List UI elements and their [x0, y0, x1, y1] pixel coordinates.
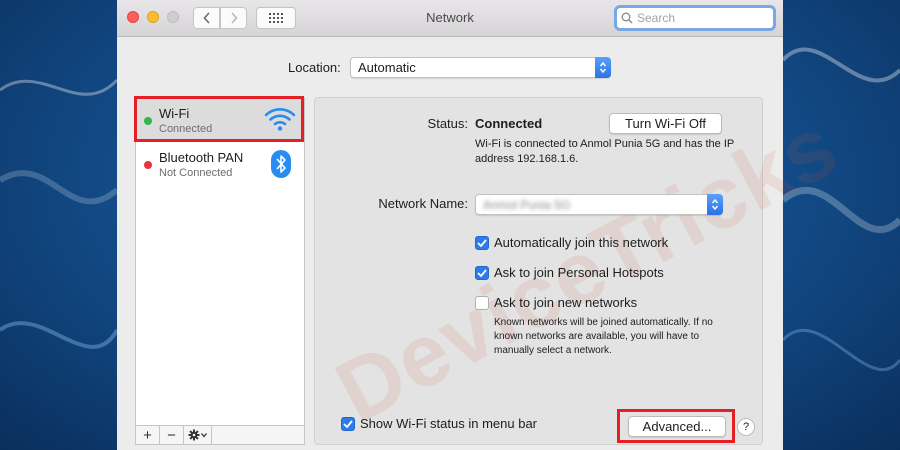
help-button[interactable]: ?	[737, 418, 755, 436]
title-bar: Network Search	[117, 0, 783, 37]
updown-arrows-icon	[595, 57, 611, 78]
remove-service-button[interactable]: −	[160, 426, 184, 444]
gear-icon	[188, 429, 207, 441]
service-name: Bluetooth PAN	[159, 150, 244, 165]
search-placeholder: Search	[637, 11, 676, 25]
status-label: Status:	[427, 116, 468, 131]
checkmark-icon	[341, 416, 355, 431]
location-label: Location:	[288, 60, 341, 75]
service-status: Not Connected	[159, 167, 233, 179]
ask-hotspots-checkbox[interactable]: Ask to join Personal Hotspots	[475, 265, 664, 280]
join-networks-note: Known networks will be joined automatica…	[494, 317, 713, 356]
checkbox-empty	[475, 295, 489, 310]
action-menu-button[interactable]	[184, 426, 212, 444]
updown-arrows-icon	[707, 194, 723, 215]
status-value: Connected	[475, 116, 543, 131]
network-name-value: Anmol Punia 5G	[483, 197, 571, 212]
checkmark-icon	[475, 265, 489, 280]
status-description: Wi-Fi is connected to Anmol Punia 5G and…	[475, 138, 735, 165]
ask-hotspots-label: Ask to join Personal Hotspots	[494, 265, 664, 280]
auto-join-checkbox[interactable]: Automatically join this network	[475, 235, 668, 250]
advanced-highlight-box	[617, 409, 735, 443]
network-name-popup[interactable]: Anmol Punia 5G	[475, 194, 723, 215]
search-icon	[621, 12, 633, 24]
auto-join-label: Automatically join this network	[494, 235, 669, 250]
bluetooth-icon	[271, 150, 291, 178]
turn-wifi-off-button[interactable]: Turn Wi-Fi Off	[609, 113, 722, 134]
show-status-checkbox[interactable]: Show Wi-Fi status in menu bar	[341, 416, 537, 431]
add-service-button[interactable]: +	[136, 426, 160, 444]
wifi-highlight-box	[134, 96, 304, 142]
location-value: Automatic	[358, 60, 416, 75]
checkmark-icon	[475, 235, 489, 250]
service-list-toolbar: + −	[136, 425, 304, 444]
show-status-label: Show Wi-Fi status in menu bar	[360, 416, 538, 431]
service-item-bluetooth-pan[interactable]: Bluetooth PAN Not Connected	[136, 142, 304, 186]
network-name-label: Network Name:	[378, 196, 468, 211]
ask-new-networks-checkbox[interactable]: Ask to join new networks	[475, 295, 637, 310]
network-preferences-window: Network Search Location: Automatic Wi-Fi…	[117, 0, 853, 450]
service-list: Wi-Fi Connected Bluetooth PAN Not Connec…	[135, 97, 305, 445]
location-popup[interactable]: Automatic	[350, 57, 611, 78]
search-field[interactable]: Search	[614, 5, 776, 31]
ask-new-networks-label: Ask to join new networks	[494, 295, 638, 310]
wifi-detail-pane: DeviceTricks Status: Connected Turn Wi-F…	[314, 96, 853, 445]
status-dot	[144, 161, 152, 169]
